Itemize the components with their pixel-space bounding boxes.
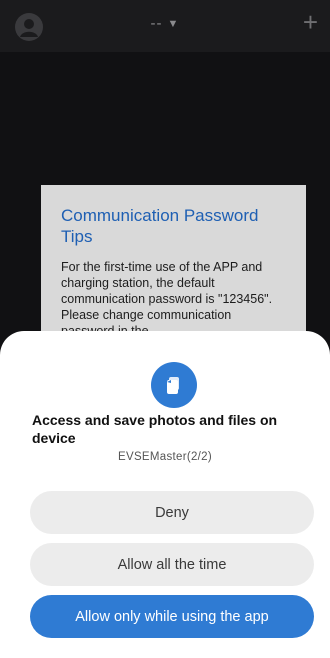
tips-dialog-title: Communication Password Tips: [61, 206, 259, 246]
device-selector[interactable]: -- ▼: [0, 15, 330, 32]
allow-while-using-app-button[interactable]: Allow only while using the app: [30, 595, 314, 638]
deny-button[interactable]: Deny: [30, 491, 314, 534]
caret-down-icon: ▼: [167, 18, 180, 31]
permission-title: Access and save photos and files on devi…: [32, 412, 278, 446]
permission-app-subtitle: EVSEMaster(2/2): [118, 451, 212, 463]
app-bar: -- ▼ +: [0, 0, 330, 52]
allow-all-the-time-button[interactable]: Allow all the time: [30, 543, 314, 586]
permission-bottom-sheet: Access and save photos and files on devi…: [0, 331, 330, 658]
files-icon: [151, 362, 197, 408]
plus-icon[interactable]: +: [303, 9, 318, 35]
tips-dialog-body: For the first-time use of the APP and ch…: [61, 260, 273, 338]
device-name: --: [150, 15, 163, 32]
